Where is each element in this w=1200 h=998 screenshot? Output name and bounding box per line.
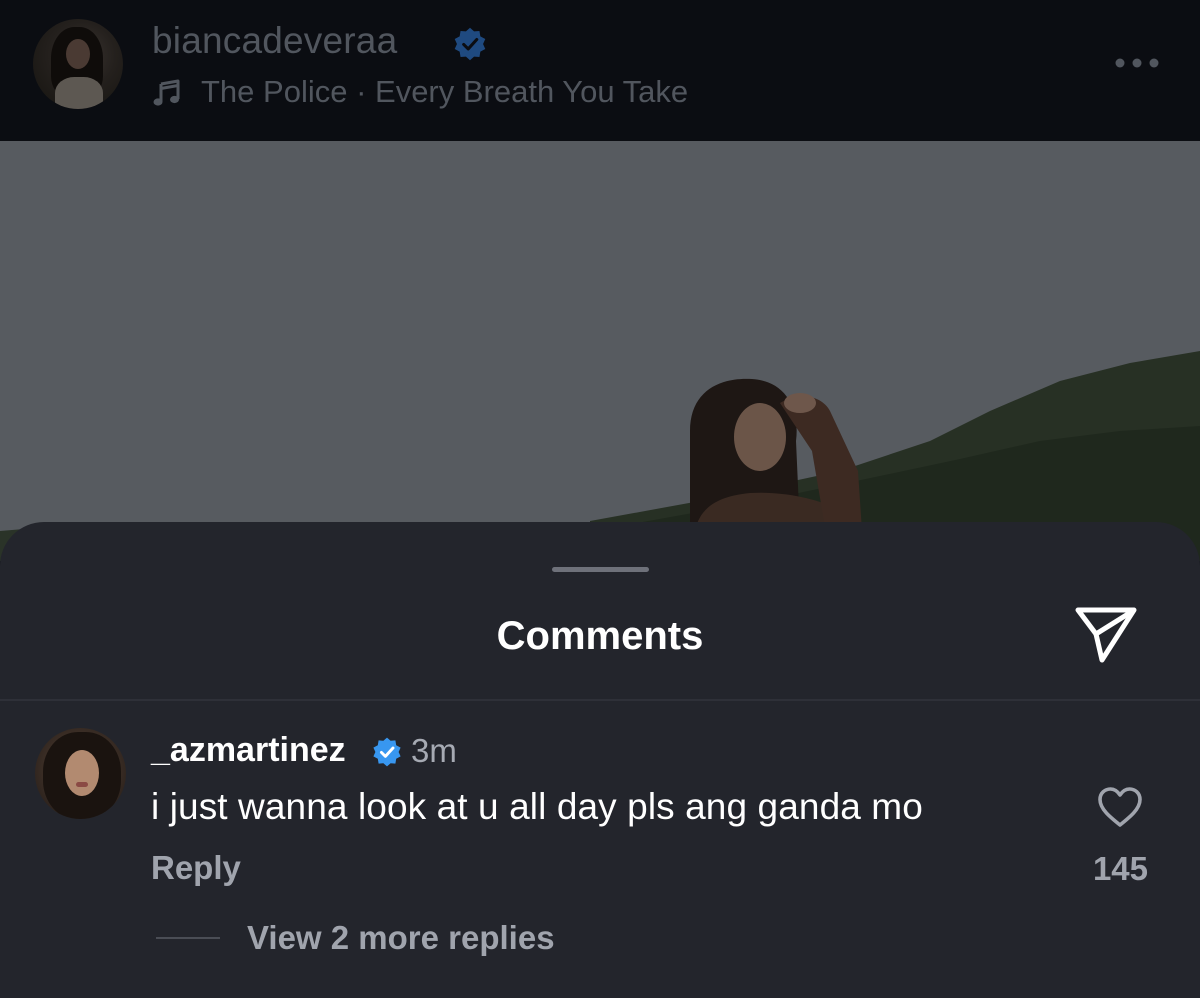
sheet-drag-handle[interactable]	[552, 567, 649, 572]
verified-badge-icon	[373, 737, 401, 767]
view-more-replies-button[interactable]: View 2 more replies	[247, 919, 555, 957]
author-avatar[interactable]	[33, 19, 123, 109]
audio-track-label[interactable]: The Police · Every Breath You Take	[201, 74, 688, 110]
divider	[0, 699, 1200, 701]
replies-connector-line	[156, 937, 220, 939]
post-photo[interactable]	[0, 141, 1200, 561]
music-note-icon	[153, 79, 180, 106]
photo-scene	[0, 141, 1200, 561]
author-username[interactable]: biancadeveraa	[152, 20, 397, 62]
more-options-icon[interactable]	[1113, 56, 1161, 70]
send-icon[interactable]	[1072, 602, 1140, 666]
commenter-username[interactable]: _azmartinez	[151, 731, 346, 770]
comments-sheet: Comments _azmartinez 3m i just wanna loo…	[0, 522, 1200, 998]
sheet-title: Comments	[496, 614, 704, 658]
comment-timestamp: 3m	[411, 732, 457, 769]
commenter-avatar[interactable]	[35, 728, 126, 819]
heart-icon[interactable]	[1096, 785, 1144, 829]
reply-button[interactable]: Reply	[151, 849, 241, 887]
reel-comments-screen: biancadeveraa The Police · Every Breath …	[0, 0, 1200, 998]
comment-text: i just wanna look at u all day pls ang g…	[151, 786, 923, 827]
verified-badge-icon	[454, 27, 486, 61]
post-header: biancadeveraa The Police · Every Breath …	[0, 0, 1200, 141]
like-count: 145	[1092, 850, 1148, 887]
